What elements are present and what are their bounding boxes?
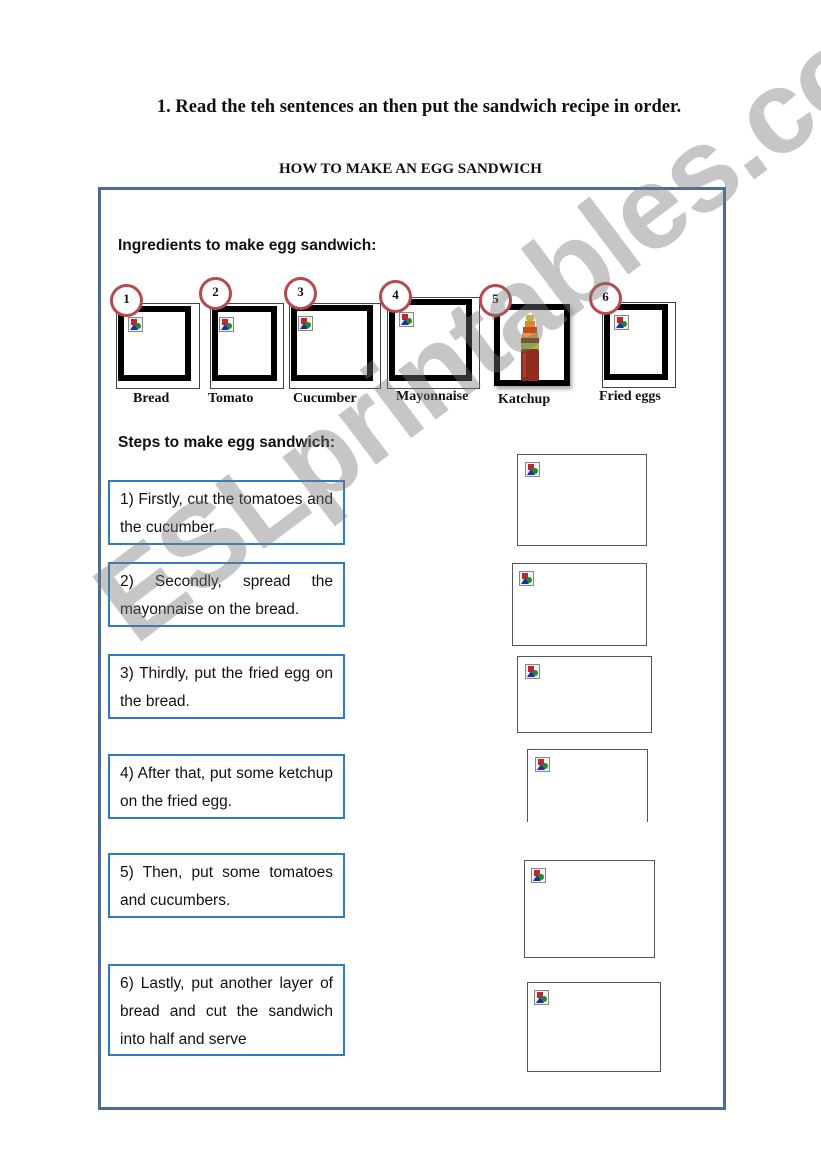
- ingredient-image-box: [494, 304, 570, 386]
- number-badge: 1: [110, 284, 143, 317]
- steps-heading: Steps to make egg sandwich:: [118, 434, 336, 451]
- step-image-placeholder: [524, 860, 655, 958]
- step-image-placeholder: [527, 982, 661, 1072]
- step-box-4: 4) After that, put some ketchup on the f…: [108, 754, 345, 819]
- broken-image-icon: [535, 757, 550, 772]
- broken-image-icon: [219, 317, 234, 332]
- broken-image-icon: [519, 571, 534, 586]
- exercise-instruction: 1. Read the teh sentences an then put th…: [156, 97, 682, 117]
- ingredient-label: Bread: [133, 391, 170, 406]
- step-box-5: 5) Then, put some tomatoes and cucumbers…: [108, 853, 345, 918]
- number-badge: 5: [479, 284, 512, 317]
- ketchup-bottle-photo: [521, 315, 539, 381]
- broken-image-icon: [534, 990, 549, 1005]
- step-image-placeholder: [517, 656, 652, 733]
- step-image-placeholder: [512, 563, 647, 646]
- broken-image-icon: [399, 312, 414, 327]
- number-badge: 4: [379, 280, 412, 313]
- number-badge: 3: [284, 277, 317, 310]
- step-image-placeholder: [517, 454, 647, 546]
- broken-image-icon: [298, 316, 313, 331]
- ingredient-label: Tomato: [208, 391, 254, 406]
- ingredient-label: Mayonnaise: [396, 389, 469, 404]
- broken-image-icon: [525, 462, 540, 477]
- ingredient-label: Fried eggs: [599, 389, 661, 404]
- step-box-3: 3) Thirdly, put the fried egg on the bre…: [108, 654, 345, 719]
- step-box-6: 6) Lastly, put another layer of bread an…: [108, 964, 345, 1056]
- worksheet-title: HOW TO MAKE AN EGG SANDWICH: [279, 161, 542, 177]
- ingredient-label: Katchup: [498, 392, 551, 407]
- ingredients-heading: Ingredients to make egg sandwich:: [118, 237, 377, 254]
- broken-image-icon: [128, 317, 143, 332]
- step-box-2: 2) Secondly, spread the mayonnaise on th…: [108, 562, 345, 627]
- step-image-placeholder: [527, 749, 648, 822]
- number-badge: 2: [199, 277, 232, 310]
- broken-image-icon: [531, 868, 546, 883]
- step-box-1: 1) Firstly, cut the tomatoes and the cuc…: [108, 480, 345, 545]
- broken-image-icon: [614, 315, 629, 330]
- ingredient-label: Cucumber: [293, 391, 357, 406]
- number-badge: 6: [589, 282, 622, 315]
- broken-image-icon: [525, 664, 540, 679]
